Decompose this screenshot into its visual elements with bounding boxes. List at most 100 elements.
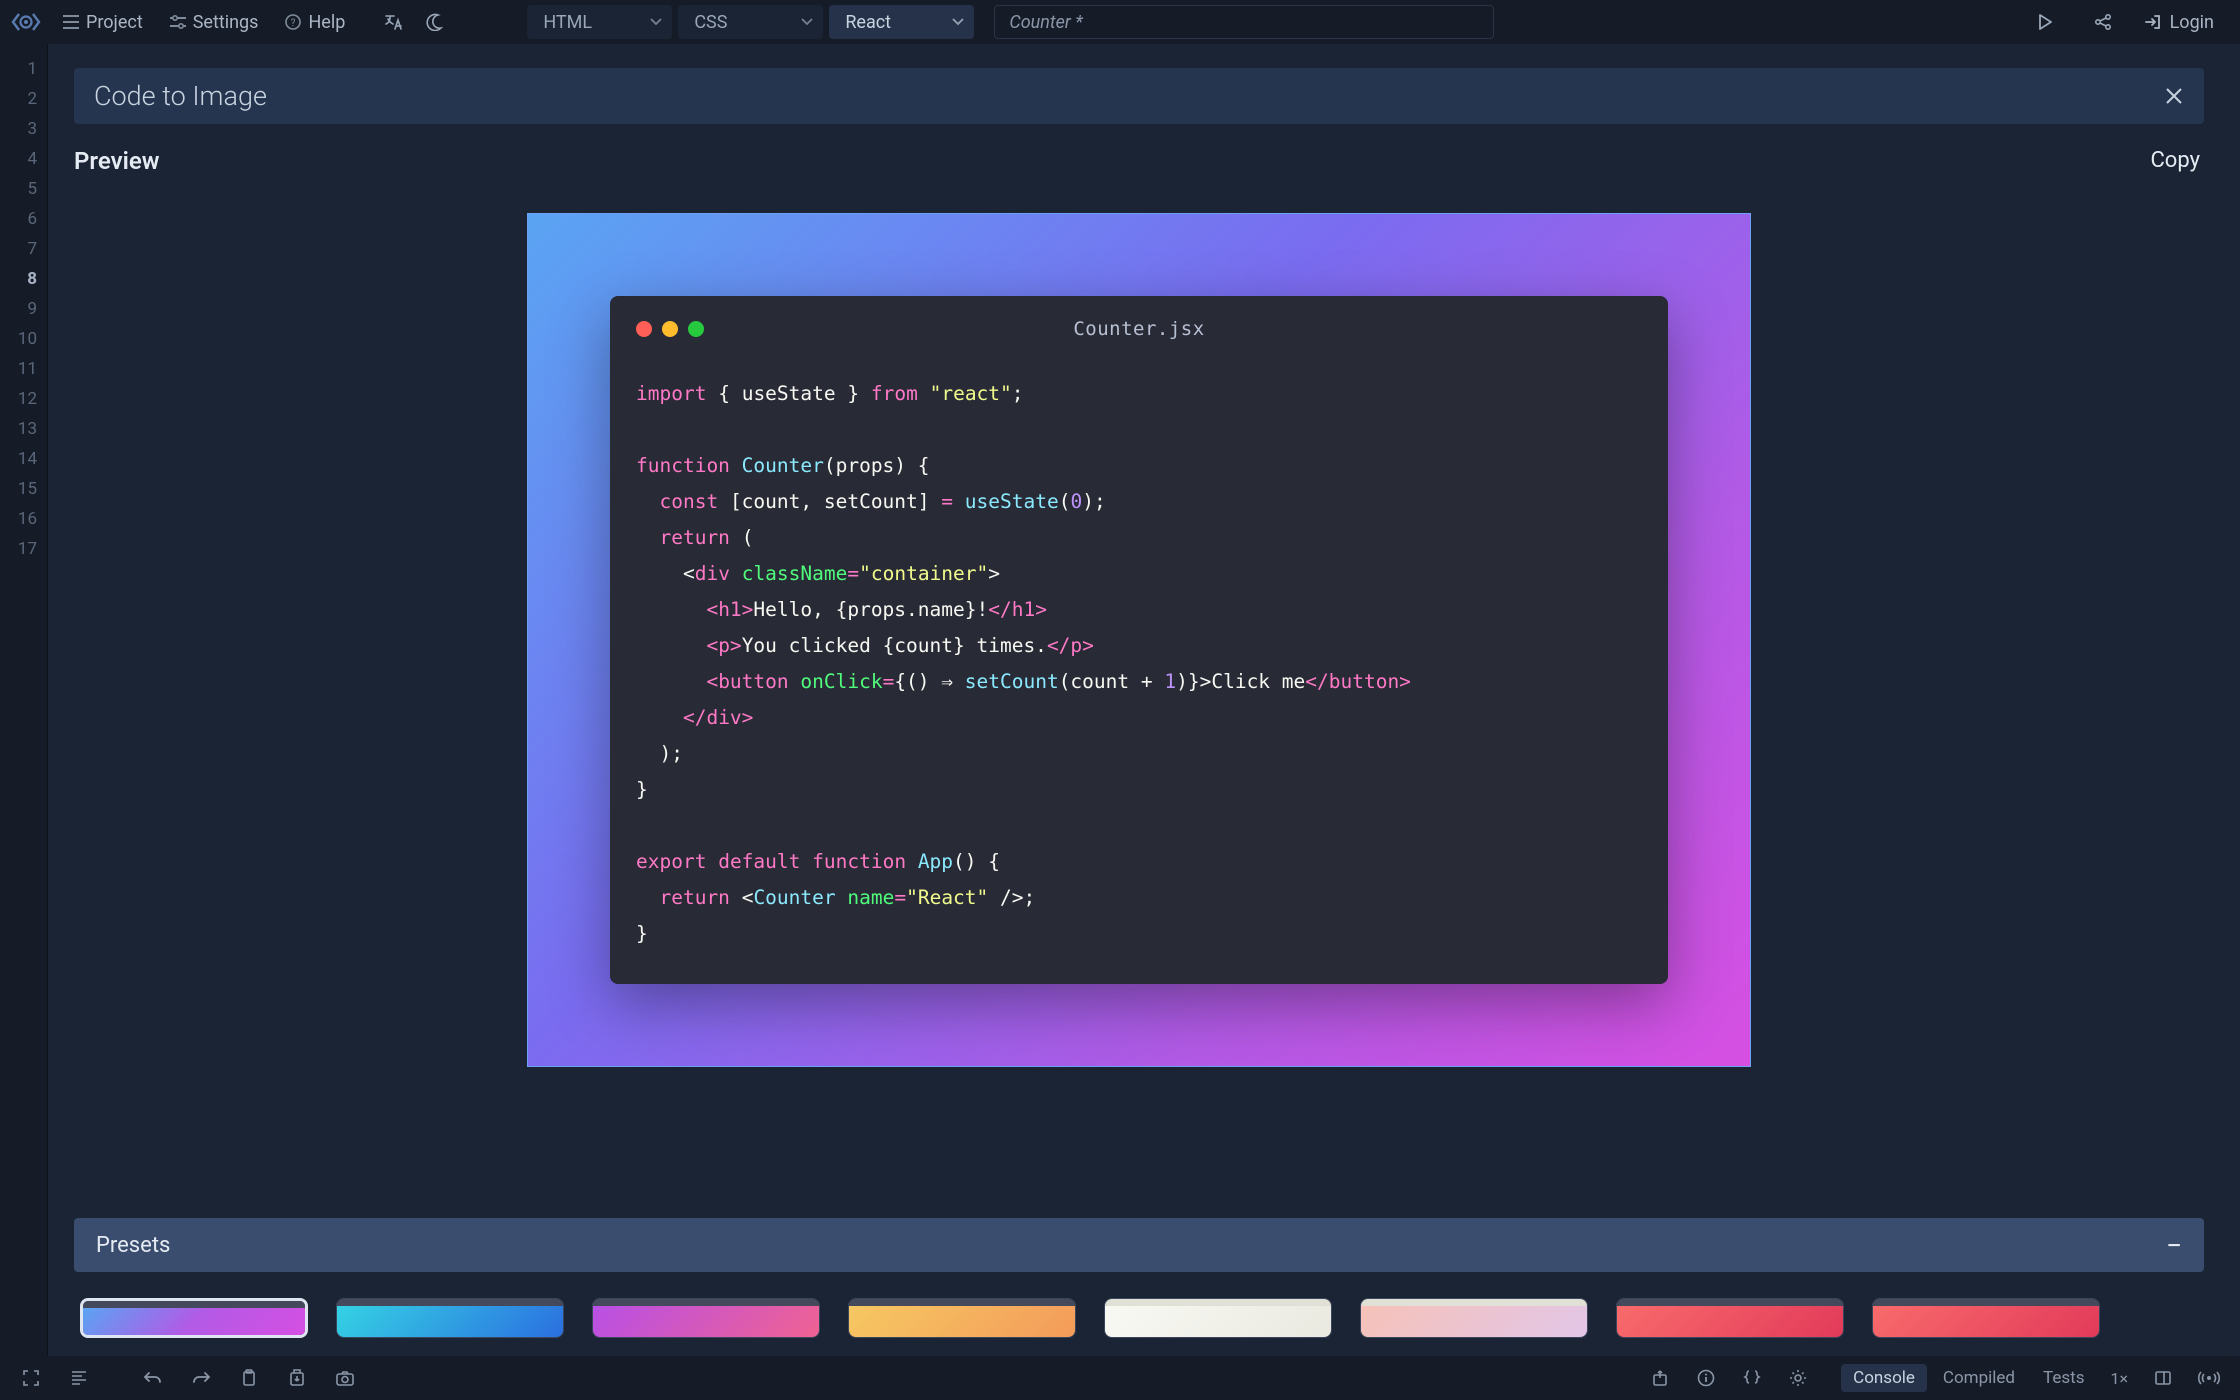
line-number: 6 <box>0 204 47 234</box>
preset-7[interactable] <box>1616 1298 1844 1338</box>
tab-console[interactable]: Console <box>1841 1364 1927 1392</box>
code-card: Counter.jsx import { useState } from "re… <box>610 296 1668 984</box>
settings-button[interactable] <box>1777 1363 1819 1393</box>
app-logo-icon <box>10 6 42 38</box>
fullscreen-button[interactable] <box>10 1363 52 1393</box>
format-button[interactable] <box>58 1363 100 1393</box>
preview-label: Preview <box>74 147 159 175</box>
chevron-down-icon[interactable] <box>952 18 964 26</box>
preset-5[interactable] <box>1104 1298 1332 1338</box>
run-button[interactable] <box>2028 8 2062 36</box>
paste-button[interactable] <box>228 1363 270 1393</box>
presets-collapse-button[interactable]: − <box>2166 1229 2182 1262</box>
panel-button[interactable] <box>2142 1363 2184 1393</box>
preset-4[interactable] <box>848 1298 1076 1338</box>
broadcast-button[interactable] <box>2188 1363 2230 1393</box>
screenshot-button[interactable] <box>324 1363 366 1393</box>
tab-css-label: CSS <box>694 12 727 33</box>
tab-tests[interactable]: Tests <box>2031 1364 2096 1392</box>
menu-help[interactable]: ? Help <box>274 8 355 37</box>
chevron-down-icon[interactable] <box>650 18 662 26</box>
tab-compiled[interactable]: Compiled <box>1931 1364 2027 1392</box>
line-number: 1 <box>0 54 47 84</box>
save-icon <box>289 1369 305 1387</box>
tab-html-label: HTML <box>543 12 592 33</box>
moon-icon <box>425 13 443 31</box>
fullscreen-icon <box>22 1369 40 1387</box>
code-block: import { useState } from "react"; functi… <box>636 376 1642 952</box>
preset-3[interactable] <box>592 1298 820 1338</box>
modal-title: Code to Image <box>94 80 267 112</box>
line-number: 14 <box>0 444 47 474</box>
share-button[interactable] <box>2086 8 2120 36</box>
project-title-input[interactable]: Counter * <box>994 5 1494 39</box>
sliders-icon <box>169 13 187 31</box>
menu-help-label: Help <box>308 12 345 33</box>
menu-settings[interactable]: Settings <box>159 8 269 37</box>
tab-html[interactable]: HTML <box>527 5 672 39</box>
line-number: 16 <box>0 504 47 534</box>
redo-icon <box>191 1370 211 1386</box>
translate-icon <box>384 13 404 31</box>
modal-subheader: Preview Copy <box>74 124 2204 189</box>
top-bar: Project Settings ? Help HTML CSS <box>0 0 2240 44</box>
menu-project-label: Project <box>86 12 143 33</box>
clipboard-icon <box>241 1369 257 1387</box>
modal-header: Code to Image <box>74 68 2204 124</box>
line-number: 8 <box>0 264 47 294</box>
info-button[interactable] <box>1685 1363 1727 1393</box>
zoom-button[interactable]: 1× <box>2100 1369 2138 1388</box>
line-number: 13 <box>0 414 47 444</box>
chevron-down-icon[interactable] <box>801 18 813 26</box>
translate-button[interactable] <box>377 8 411 36</box>
panel-icon <box>2154 1370 2172 1386</box>
main-area: 1 2 3 4 5 6 7 8 9 10 11 12 13 14 15 16 1… <box>0 44 2240 1356</box>
login-button[interactable]: Login <box>2144 12 2214 33</box>
braces-button[interactable] <box>1731 1363 1773 1393</box>
save-button[interactable] <box>276 1363 318 1393</box>
login-label: Login <box>2170 12 2214 33</box>
line-number: 5 <box>0 174 47 204</box>
close-icon <box>2164 86 2184 106</box>
code-card-frame[interactable]: Counter.jsx import { useState } from "re… <box>527 213 1751 1067</box>
line-number: 4 <box>0 144 47 174</box>
svg-text:?: ? <box>291 18 296 29</box>
line-number: 12 <box>0 384 47 414</box>
theme-toggle-button[interactable] <box>417 8 451 36</box>
preset-2[interactable] <box>336 1298 564 1338</box>
braces-icon <box>1742 1369 1762 1387</box>
bottom-bar: Console Compiled Tests 1× <box>0 1356 2240 1400</box>
presets-row <box>74 1272 2204 1338</box>
menu-project[interactable]: Project <box>52 8 153 37</box>
copy-button[interactable]: Copy <box>2146 142 2204 179</box>
redo-button[interactable] <box>180 1363 222 1393</box>
presets-header[interactable]: Presets − <box>74 1218 2204 1272</box>
menu-settings-label: Settings <box>193 12 259 33</box>
line-number: 15 <box>0 474 47 504</box>
gear-icon <box>1789 1369 1807 1387</box>
camera-icon <box>335 1370 355 1386</box>
play-icon <box>2037 13 2053 31</box>
editor-tabs: HTML CSS React <box>527 5 974 39</box>
tab-css[interactable]: CSS <box>678 5 823 39</box>
tab-react[interactable]: React <box>829 5 974 39</box>
line-gutter: 1 2 3 4 5 6 7 8 9 10 11 12 13 14 15 16 1… <box>0 44 48 1356</box>
export-icon <box>1651 1369 1669 1387</box>
line-number: 10 <box>0 324 47 354</box>
editor-area: Code to Image Preview Copy <box>48 44 2240 1356</box>
info-icon <box>1697 1369 1715 1387</box>
preset-8[interactable] <box>1872 1298 2100 1338</box>
tab-react-label: React <box>845 12 891 33</box>
line-number: 17 <box>0 534 47 564</box>
undo-button[interactable] <box>132 1363 174 1393</box>
login-icon <box>2144 13 2162 31</box>
preset-1[interactable] <box>80 1298 308 1338</box>
line-number: 9 <box>0 294 47 324</box>
undo-icon <box>143 1370 163 1386</box>
preset-6[interactable] <box>1360 1298 1588 1338</box>
card-filename: Counter.jsx <box>636 318 1642 340</box>
share-icon <box>2094 13 2112 31</box>
modal-close-button[interactable] <box>2164 86 2184 106</box>
export-button[interactable] <box>1639 1363 1681 1393</box>
broadcast-icon <box>2198 1370 2220 1386</box>
